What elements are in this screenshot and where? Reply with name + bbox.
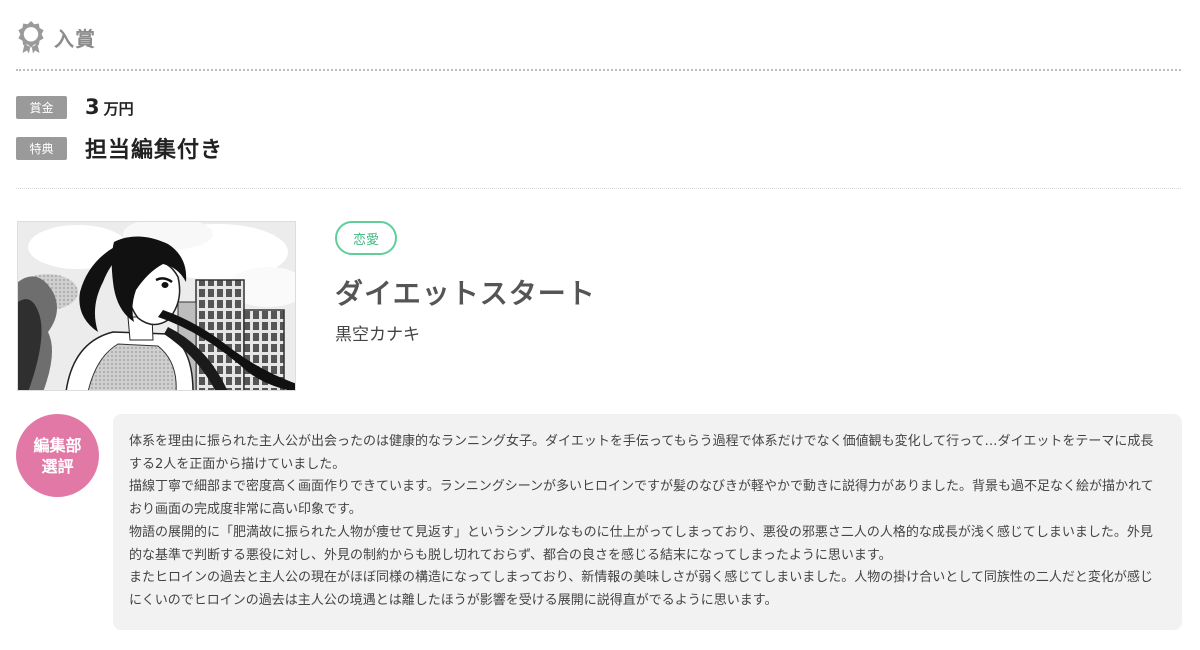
section-divider: [16, 69, 1181, 71]
review-paragraph: 体系を理由に振られた主人公が出会ったのは健康的なランニング女子。ダイエットを手伝…: [129, 434, 1154, 472]
editor-review-badge: 編集部 選評: [16, 414, 99, 497]
genre-tag[interactable]: 恋愛: [335, 221, 397, 255]
award-header: 入賞: [16, 20, 96, 54]
prize-money-value: 3 万円: [85, 95, 134, 119]
award-title: 入賞: [54, 26, 96, 51]
award-ribbon-icon: [16, 20, 46, 54]
prize-money-row: 賞金 3 万円: [16, 95, 134, 119]
prize-benefit-row: 特典 担当編集付き: [16, 132, 223, 164]
badge-line-1: 編集部: [33, 435, 82, 455]
review-paragraph: 描線丁寧で細部まで密度高く画面作りできています。ランニングシーンが多いヒロインで…: [129, 479, 1154, 518]
author-name: 黒空カナキ: [335, 325, 420, 345]
prize-benefit-label: 特典: [16, 136, 67, 160]
review-text-box: 体系を理由に振られた主人公が出会ったのは健康的なランニング女子。ダイエットを手伝…: [113, 414, 1182, 630]
prize-money-unit: 万円: [103, 100, 134, 118]
work-title[interactable]: ダイエットスタート: [335, 272, 596, 312]
prize-money-amount: 3: [85, 95, 100, 119]
review-paragraph: 物語の展開的に「肥満故に振られた人物が痩せて見返す」というシンプルなものに仕上が…: [129, 524, 1153, 563]
section-divider: [16, 188, 1181, 189]
prize-money-label: 賞金: [16, 95, 67, 119]
badge-line-2: 選評: [41, 456, 74, 476]
work-thumbnail[interactable]: [17, 221, 296, 391]
review-paragraph: またヒロインの過去と主人公の現在がほぼ同様の構造になってしまっており、新情報の美…: [129, 570, 1153, 608]
prize-benefit-value: 担当編集付き: [85, 138, 224, 163]
